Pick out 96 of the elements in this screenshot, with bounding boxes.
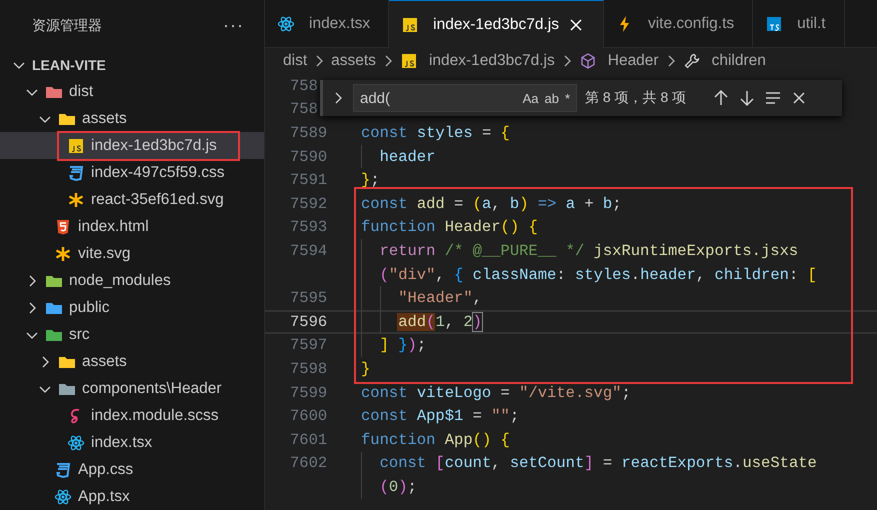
js-file-icon (400, 52, 418, 70)
line-number: 7601 (289, 430, 328, 449)
code-line: const add = (a, b) => a + b; (361, 194, 622, 213)
css-file-icon (54, 460, 72, 479)
file-name: react-35ef61ed.svg (91, 190, 224, 210)
breadcrumb[interactable]: Header (578, 52, 659, 70)
js-file-icon (401, 16, 420, 34)
line-number: 7589 (289, 124, 328, 142)
file-name: assets (82, 352, 127, 372)
code-line: }; (361, 171, 380, 190)
editor-tab[interactable]: vite.config.ts (604, 0, 754, 48)
file-name: index.html (78, 216, 149, 237)
match-count: 第 8 项，共 8 项 (585, 89, 686, 107)
file-name: assets (82, 108, 127, 129)
file-name: dist (69, 82, 94, 102)
asterisk-icon (54, 244, 72, 263)
search-option[interactable]: Aa (522, 90, 538, 106)
line-number: 7599 (289, 384, 328, 402)
react-file-icon (54, 488, 72, 506)
line-number: 7594 (289, 242, 328, 260)
line-number: 7602 (289, 454, 328, 472)
editor-tab[interactable]: util.t (753, 0, 845, 48)
tree-item[interactable]: index-1ed3bc7d.js (0, 132, 264, 160)
find-input[interactable]: add( Aa ab * (353, 84, 577, 112)
react-file-icon (67, 434, 85, 452)
breadcrumb[interactable]: dist (283, 52, 308, 70)
file-name: index-1ed3bc7d.js (91, 136, 217, 156)
tree-item[interactable]: src (0, 321, 264, 348)
tree-item[interactable]: index.html (0, 213, 264, 240)
line-number: 7591 (289, 171, 328, 190)
file-name: node_modules (69, 270, 171, 291)
line-number: 7600 (289, 407, 328, 426)
code-line: const styles = { (361, 124, 510, 142)
code-line: const App$1 = ""; (361, 407, 520, 426)
file-name: index-497c5f59.css (91, 162, 225, 183)
tree-item[interactable]: dist (0, 78, 264, 106)
tree-item[interactable]: index.tsx (0, 429, 264, 456)
file-name: index.module.scss (91, 406, 219, 426)
line-number: 758 (289, 100, 319, 118)
tree-item[interactable]: vite.svg (0, 240, 264, 268)
code-line: function App() { (361, 430, 510, 449)
html-file-icon (54, 218, 72, 236)
file-name: vite.svg (78, 244, 131, 264)
asterisk-icon (67, 190, 85, 209)
tree-item[interactable]: index-497c5f59.css (0, 159, 264, 186)
line-number: 7592 (289, 194, 328, 213)
tree-item[interactable]: LEAN-VITE (0, 51, 264, 78)
tree-item[interactable]: assets (0, 105, 264, 132)
tree-item[interactable]: App.tsx (0, 483, 264, 510)
js-file-icon (67, 136, 85, 155)
line-number: 758 (289, 76, 319, 95)
ts-file-icon (765, 15, 784, 33)
breadcrumb[interactable]: children (682, 52, 766, 70)
code-line: return /* @__PURE__ */ jsxRuntimeExports.jsxs (378, 242, 798, 260)
line-number: 7598 (289, 360, 328, 378)
tree-item[interactable]: node_modules (0, 267, 264, 294)
file-name: index.tsx (91, 432, 152, 453)
search-option[interactable]: ab (544, 90, 559, 106)
file-name: App.tsx (78, 486, 130, 507)
code-line: (0); (378, 478, 417, 496)
wrench-icon (682, 52, 701, 70)
arrow-down-icon[interactable] (738, 89, 756, 107)
code-line: header (378, 148, 436, 166)
tree-item[interactable]: components\Header (0, 375, 264, 402)
tree-item[interactable]: App.css (0, 456, 264, 484)
code-line: } (361, 360, 370, 378)
code-line: ("div", { className: styles.header, children: [ (378, 266, 817, 284)
file-name: public (69, 298, 110, 318)
line-number: 7590 (289, 148, 328, 166)
editor-tab[interactable]: index-1ed3bc7d.js (389, 0, 604, 48)
code-line: ] }); (378, 336, 426, 354)
panel-title: 资源管理器 (32, 16, 102, 35)
line-number: 7593 (289, 218, 328, 236)
file-name: src (69, 324, 90, 345)
line-number: 7597 (289, 336, 328, 354)
arrow-up-icon[interactable] (712, 89, 730, 107)
css-file-icon (67, 164, 85, 182)
tree-item[interactable]: public (0, 294, 264, 322)
code-line: "Header", (397, 289, 482, 308)
code-line: function Header() { (361, 218, 538, 236)
tree-item[interactable]: index.module.scss (0, 402, 264, 430)
file-name: components\Header (82, 378, 222, 399)
breadcrumb[interactable]: assets (331, 52, 376, 70)
line-number: 7595 (289, 289, 328, 308)
breadcrumb[interactable]: index-1ed3bc7d.js (400, 52, 555, 70)
line-number: 7596 (289, 312, 328, 331)
cube-icon (578, 52, 597, 70)
tree-item[interactable]: assets (0, 348, 264, 376)
more-button[interactable]: ··· (223, 15, 244, 36)
code-line: const [count, setCount] = reactExports.useState (378, 454, 817, 472)
file-name: App.css (78, 460, 134, 480)
tree-item[interactable]: react-35ef61ed.svg (0, 186, 264, 214)
search-option[interactable]: * (564, 90, 570, 106)
react-file-icon (277, 15, 295, 33)
file-name: LEAN-VITE (32, 56, 106, 75)
code-line: const viteLogo = "/vite.svg"; (361, 384, 631, 402)
